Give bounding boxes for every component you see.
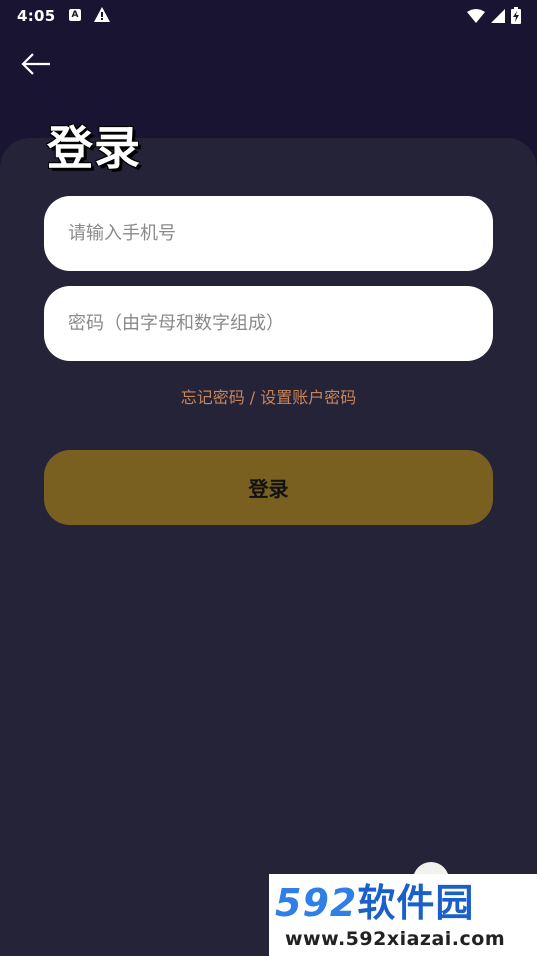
status-right-group — [467, 7, 521, 28]
phone-field-container[interactable] — [44, 196, 493, 271]
watermark-brand-text: 软件园 — [357, 881, 475, 925]
page-title: 登录 — [47, 121, 141, 175]
watermark-logo: 592软件园 www.592xiazai.com — [269, 874, 537, 956]
password-input[interactable] — [66, 312, 471, 335]
watermark-brand-number: 592 — [275, 881, 358, 925]
watermark-brand: 592软件园 — [275, 882, 474, 924]
status-bar: 4:05 A — [0, 0, 537, 34]
status-time: 4:05 — [17, 7, 56, 25]
font-a-icon: A — [69, 9, 81, 21]
login-button[interactable]: 登录 — [44, 450, 493, 525]
arrow-left-icon — [21, 53, 51, 79]
password-field-container[interactable] — [44, 286, 493, 361]
back-button[interactable] — [18, 50, 54, 82]
forgot-password-link[interactable]: 忘记密码 / 设置账户密码 — [0, 384, 537, 408]
warning-icon — [94, 7, 110, 26]
wifi-icon — [467, 8, 485, 27]
watermark-url: www.592xiazai.com — [285, 928, 506, 950]
battery-charging-icon — [511, 7, 521, 28]
cell-signal-icon — [491, 8, 505, 27]
phone-input[interactable] — [66, 222, 471, 245]
